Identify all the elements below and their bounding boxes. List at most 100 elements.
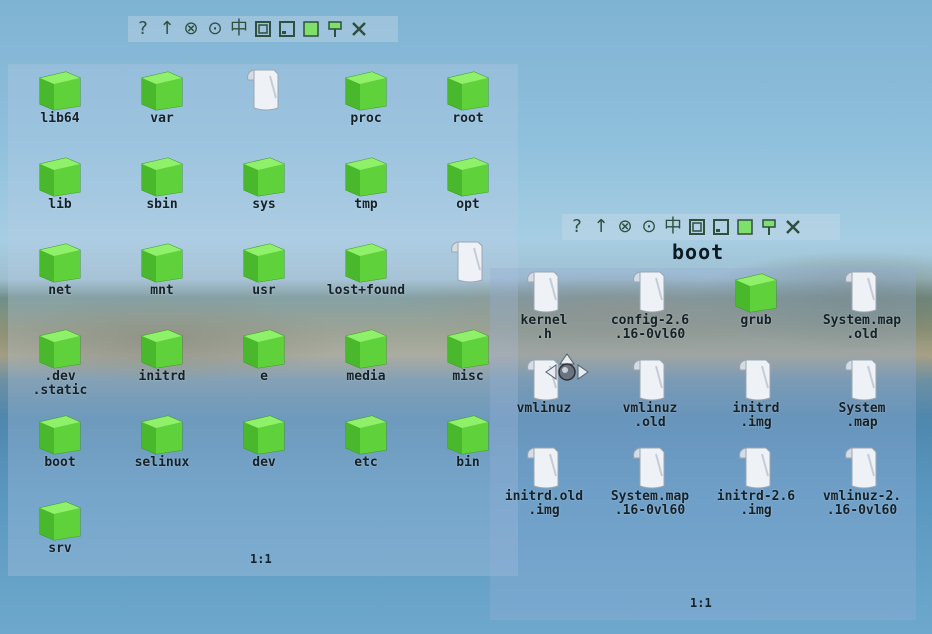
- folder-icon: [36, 412, 84, 456]
- root-folder-item[interactable]: lib: [12, 154, 108, 212]
- root-folder-item[interactable]: proc: [318, 68, 414, 126]
- folder-icon: [444, 154, 492, 198]
- root-item-label: media: [346, 369, 386, 384]
- root-folder-item[interactable]: etc: [318, 412, 414, 470]
- tools-icon[interactable]: [782, 216, 804, 238]
- boot-file-item[interactable]: vmlinuz .old: [602, 358, 698, 430]
- boot-item-label: vmlinuz: [516, 401, 572, 416]
- pin-icon[interactable]: [758, 216, 780, 238]
- folder-icon: [138, 68, 186, 112]
- folder-icon: [444, 412, 492, 456]
- root-folder-item[interactable]: usr: [216, 240, 312, 298]
- boot-file-item[interactable]: kernel .h: [496, 270, 592, 342]
- root-folder-item[interactable]: net: [12, 240, 108, 298]
- boot-item-label: initrd-2.6 .img: [716, 489, 796, 518]
- root-folder-item[interactable]: opt: [420, 154, 516, 212]
- root-item-label: boot: [44, 455, 76, 470]
- file-icon: [444, 240, 492, 284]
- root-file-item[interactable]: [216, 68, 312, 112]
- boot-item-label: System.map .old: [822, 313, 902, 342]
- root-item-label: lost+found: [326, 283, 406, 298]
- root-folder-item[interactable]: e: [216, 326, 312, 384]
- root-item-label: var: [150, 111, 174, 126]
- boot-zoom-scale: 1:1: [690, 596, 712, 610]
- root-folder-item[interactable]: initrd: [114, 326, 210, 384]
- split-icon[interactable]: 中: [228, 18, 250, 40]
- window-large-icon[interactable]: [686, 216, 708, 238]
- up-arrow-icon[interactable]: ↑: [156, 18, 178, 40]
- folder-icon: [138, 240, 186, 284]
- root-folder-item[interactable]: boot: [12, 412, 108, 470]
- root-folder-item[interactable]: sys: [216, 154, 312, 212]
- folder-icon: [342, 326, 390, 370]
- root-item-label: tmp: [354, 197, 378, 212]
- maximize-icon[interactable]: [300, 18, 322, 40]
- root-folder-item[interactable]: sbin: [114, 154, 210, 212]
- window-small-icon[interactable]: [710, 216, 732, 238]
- boot-item-label: System .map: [838, 401, 886, 430]
- root-item-label: selinux: [134, 455, 190, 470]
- file-icon: [732, 358, 780, 402]
- folder-icon: [342, 68, 390, 112]
- root-folder-item[interactable]: selinux: [114, 412, 210, 470]
- root-folder-item[interactable]: tmp: [318, 154, 414, 212]
- boot-item-label: config-2.6 .16-0vl60: [610, 313, 690, 342]
- folder-icon: [240, 154, 288, 198]
- close-circle-icon[interactable]: ⊗: [614, 216, 636, 238]
- root-folder-item[interactable]: srv: [12, 498, 108, 556]
- window-large-icon[interactable]: [252, 18, 274, 40]
- boot-folder-item[interactable]: grub: [708, 270, 804, 328]
- root-item-label: .dev .static: [32, 369, 88, 398]
- boot-file-item[interactable]: initrd-2.6 .img: [708, 446, 804, 518]
- folder-icon: [342, 240, 390, 284]
- root-folder-item[interactable]: var: [114, 68, 210, 126]
- help-icon[interactable]: ?: [132, 18, 154, 40]
- target-icon[interactable]: ⊙: [638, 216, 660, 238]
- boot-file-item[interactable]: System .map: [814, 358, 910, 430]
- up-arrow-icon[interactable]: ↑: [590, 216, 612, 238]
- pin-icon[interactable]: [324, 18, 346, 40]
- root-item-label: usr: [252, 283, 276, 298]
- boot-window-title: boot: [672, 240, 725, 264]
- root-folder-item[interactable]: lib64: [12, 68, 108, 126]
- boot-file-item[interactable]: vmlinuz-2. .16-0vl60: [814, 446, 910, 518]
- file-icon: [626, 358, 674, 402]
- folder-icon: [240, 412, 288, 456]
- maximize-icon[interactable]: [734, 216, 756, 238]
- file-icon: [838, 446, 886, 490]
- boot-file-item[interactable]: System.map .16-0vl60: [602, 446, 698, 518]
- root-folder-item[interactable]: mnt: [114, 240, 210, 298]
- folder-icon: [36, 68, 84, 112]
- close-circle-icon[interactable]: ⊗: [180, 18, 202, 40]
- boot-file-item[interactable]: System.map .old: [814, 270, 910, 342]
- root-folder-item[interactable]: media: [318, 326, 414, 384]
- file-icon: [520, 270, 568, 314]
- window-small-icon[interactable]: [276, 18, 298, 40]
- boot-file-item[interactable]: initrd.old .img: [496, 446, 592, 518]
- boot-item-label: grub: [740, 313, 772, 328]
- boot-file-item[interactable]: config-2.6 .16-0vl60: [602, 270, 698, 342]
- boot-item-label: initrd .img: [732, 401, 780, 430]
- root-item-label: opt: [456, 197, 480, 212]
- root-folder-item[interactable]: root: [420, 68, 516, 126]
- root-folder-item[interactable]: dev: [216, 412, 312, 470]
- tools-icon[interactable]: [348, 18, 370, 40]
- root-item-label: proc: [350, 111, 382, 126]
- root-folder-item[interactable]: .dev .static: [12, 326, 108, 398]
- folder-icon: [36, 326, 84, 370]
- root-folder-item[interactable]: lost+found: [318, 240, 414, 298]
- root-item-label: mnt: [150, 283, 174, 298]
- file-icon: [838, 358, 886, 402]
- help-icon[interactable]: ?: [566, 216, 588, 238]
- target-icon[interactable]: ⊙: [204, 18, 226, 40]
- folder-icon: [36, 498, 84, 542]
- root-item-label: net: [48, 283, 72, 298]
- root-window-toolbar: ? ↑ ⊗ ⊙ 中: [128, 16, 398, 42]
- root-item-label: lib64: [40, 111, 80, 126]
- boot-item-label: initrd.old .img: [504, 489, 584, 518]
- root-item-label: sbin: [146, 197, 178, 212]
- root-zoom-scale: 1:1: [250, 552, 272, 566]
- boot-file-item[interactable]: initrd .img: [708, 358, 804, 430]
- split-icon[interactable]: 中: [662, 216, 684, 238]
- boot-item-label: kernel .h: [520, 313, 568, 342]
